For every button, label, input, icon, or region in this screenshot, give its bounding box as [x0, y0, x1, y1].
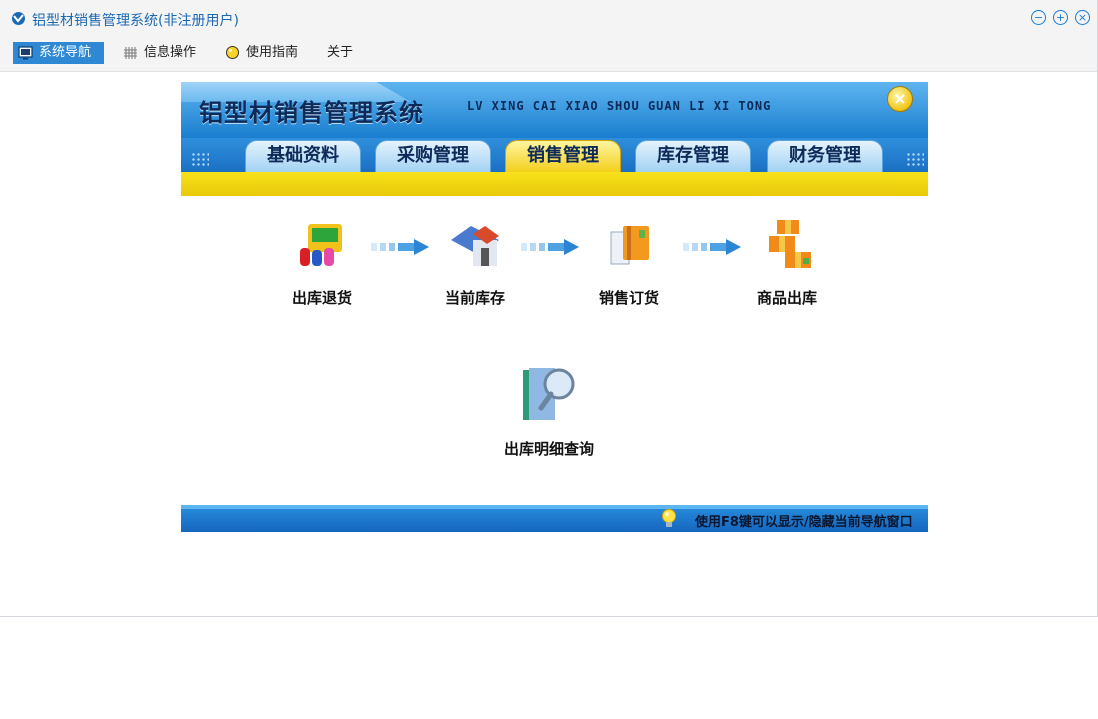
workflow-label: 销售订货 [598, 289, 659, 307]
warehouse-icon [451, 226, 499, 266]
order-book-icon [610, 226, 649, 265]
banner-subtitle: LV XING CAI XIAO SHOU GUAN LI XI TONG [467, 99, 772, 113]
menu-item-label: 系统导航 [39, 45, 92, 60]
monitor-icon [18, 46, 33, 60]
workflow-item-goods-out[interactable]: 商品出库 [732, 218, 842, 313]
minimize-icon: − [1033, 11, 1044, 24]
grip-dots-right [906, 152, 924, 166]
tab-purchase[interactable]: 采购管理 [375, 140, 491, 172]
close-icon: × [1077, 11, 1088, 24]
workflow-label: 当前库存 [444, 289, 505, 307]
menu-item-label: 信息操作 [144, 45, 197, 60]
nav-footer-bar: 使用F8键可以显示/隐藏当前导航窗口 [181, 505, 928, 532]
workflow-item-sales-order[interactable]: 销售订货 [574, 218, 684, 313]
menu-item-info-ops[interactable]: 信息操作 [118, 42, 208, 64]
workflow-label: 出库退货 [291, 289, 352, 307]
arrow-right-icon [521, 239, 579, 255]
minimize-button[interactable]: − [1031, 10, 1046, 25]
sales-workflow: 出库退货 当前库存 销售订货 商品出库 出库明细查询 [181, 196, 928, 486]
boxes-icon [769, 220, 811, 268]
menu-item-user-guide[interactable]: 使用指南 [220, 42, 310, 64]
lightbulb-icon [226, 46, 239, 59]
close-button[interactable]: × [1075, 10, 1090, 25]
workflow-item-current-stock[interactable]: 当前库存 [420, 218, 530, 313]
tab-sales[interactable]: 销售管理 [505, 140, 621, 172]
menu-item-system-nav[interactable]: 系统导航 [13, 42, 104, 64]
lightbulb-icon [662, 509, 676, 527]
menu-item-label: 关于 [327, 45, 354, 60]
app-window: 铝型材销售管理系统(非注册用户) − + × 系统导航 信息操作 使用指南 关于… [0, 0, 1098, 617]
app-logo-icon [12, 12, 25, 25]
footer-tip-text: 使用F8键可以显示/隐藏当前导航窗口 [695, 515, 913, 530]
navigation-panel: 铝型材销售管理系统 LV XING CAI XIAO SHOU GUAN LI … [181, 82, 928, 532]
grip-dots-left [191, 152, 209, 166]
nav-banner: 铝型材销售管理系统 LV XING CAI XIAO SHOU GUAN LI … [181, 82, 928, 196]
title-bar[interactable]: 铝型材销售管理系统(非注册用户) − + × [0, 0, 1097, 38]
workflow-label: 出库明细查询 [503, 440, 594, 458]
workflow-item-outbound-query[interactable]: 出库明细查询 [494, 364, 604, 459]
banner-title: 铝型材销售管理系统 [199, 99, 424, 127]
tab-basic-data[interactable]: 基础资料 [245, 140, 361, 172]
workflow-label: 商品出库 [756, 289, 817, 307]
close-circle-icon[interactable]: × [887, 86, 913, 112]
menu-bar: 系统导航 信息操作 使用指南 关于 [0, 38, 1097, 72]
menu-item-about[interactable]: 关于 [322, 42, 362, 64]
menu-item-label: 使用指南 [246, 45, 299, 60]
window-title: 铝型材销售管理系统(非注册用户) [32, 13, 239, 29]
maximize-icon: + [1055, 11, 1066, 24]
tab-inventory[interactable]: 库存管理 [635, 140, 751, 172]
magnifier-folder-icon [523, 368, 575, 420]
tab-finance[interactable]: 财务管理 [767, 140, 883, 172]
banner-tab-strip: 基础资料 采购管理 销售管理 库存管理 财务管理 [181, 138, 928, 172]
workflow-item-return[interactable]: 出库退货 [267, 218, 377, 313]
maximize-button[interactable]: + [1053, 10, 1068, 25]
shop-icon [300, 224, 342, 266]
grid-icon [124, 47, 137, 59]
